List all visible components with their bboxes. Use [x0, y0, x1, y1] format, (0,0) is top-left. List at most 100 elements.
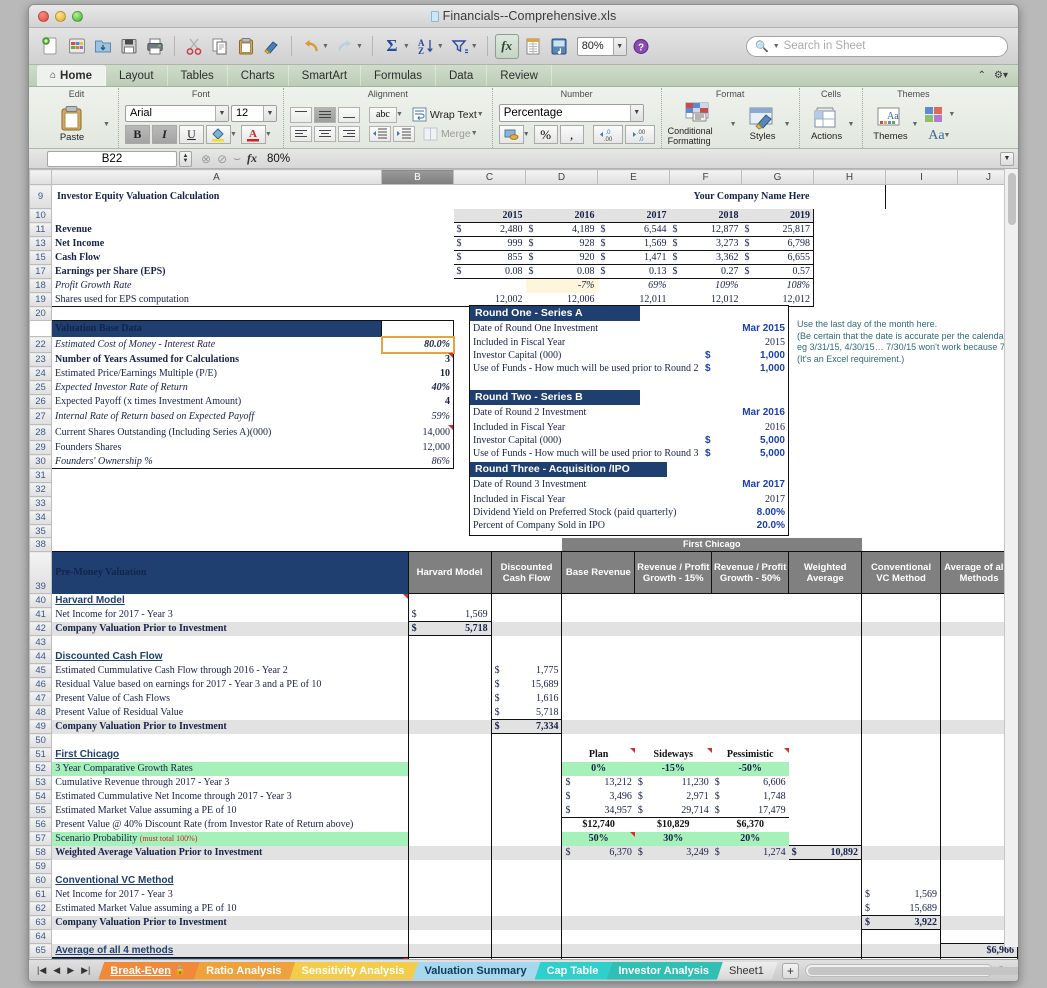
horizontal-scroll-thumb[interactable] — [808, 967, 1019, 975]
zoom-dropdown-icon[interactable]: ▼ — [613, 38, 626, 55]
save-icon[interactable] — [117, 34, 141, 59]
column-header-row[interactable]: A B C D E F G H I J — [30, 170, 1019, 185]
row-header-57[interactable]: 57 — [30, 832, 52, 846]
row-header-55[interactable]: 55 — [30, 804, 52, 818]
align-top-button[interactable] — [290, 107, 312, 123]
row-header-19[interactable]: 19 — [30, 293, 52, 307]
row-header-61[interactable]: 61 — [30, 888, 52, 902]
row-header-62[interactable]: 62 — [30, 902, 52, 916]
tab-smartart[interactable]: SmartArt — [289, 65, 361, 86]
vertical-scrollbar[interactable] — [1004, 169, 1018, 947]
tab-home[interactable]: ⌂ Home — [37, 65, 106, 86]
merge-dropdown-icon[interactable]: ▼ — [471, 130, 478, 137]
open-template-icon[interactable] — [65, 34, 89, 59]
format-painter-icon[interactable] — [260, 34, 284, 59]
italic-button[interactable]: I — [152, 125, 177, 144]
actions-button[interactable]: Actions — [806, 106, 848, 142]
copy-icon[interactable] — [208, 34, 232, 59]
row-header-33[interactable]: 33 — [30, 497, 52, 511]
formula-builder-icon[interactable]: fx — [495, 34, 519, 59]
font-name-input[interactable]: Arial ▼ — [125, 105, 229, 122]
align-bottom-button[interactable] — [338, 107, 360, 123]
column-header-a[interactable]: A — [52, 170, 382, 185]
font-name-dropdown-icon[interactable]: ▼ — [215, 106, 228, 121]
merge-button[interactable]: Merge ▼ — [423, 127, 480, 141]
row-header-39[interactable]: 39 — [30, 552, 52, 594]
align-left-button[interactable] — [290, 126, 312, 142]
filter-dropdown-icon[interactable]: ▼ — [471, 43, 478, 50]
undo-dropdown-icon[interactable]: ▼ — [322, 43, 329, 50]
row-header-50[interactable]: 50 — [30, 734, 52, 748]
new-document-icon[interactable] — [39, 34, 63, 59]
paste-dropdown-icon[interactable]: ▼ — [103, 121, 110, 128]
horizontal-scrollbar[interactable] — [805, 964, 993, 977]
cut-icon[interactable] — [182, 34, 206, 59]
row-header-58[interactable]: 58 — [30, 846, 52, 860]
themes-button[interactable]: Aa Themes — [869, 106, 911, 142]
tab-review[interactable]: Review — [487, 65, 552, 86]
sheet-tab-valuation-summary[interactable]: Valuation Summary — [412, 962, 540, 980]
underline-button[interactable]: U — [179, 125, 204, 144]
sheet-tab-sheet1[interactable]: Sheet1 — [717, 962, 778, 980]
theme-colors-button[interactable]: ▼ — [923, 105, 957, 125]
column-header-f[interactable]: F — [670, 170, 742, 185]
orientation-button[interactable]: abc — [369, 107, 397, 123]
tab-charts[interactable]: Charts — [228, 65, 289, 86]
decrease-indent-button[interactable] — [369, 126, 391, 142]
row-header-49[interactable]: 49 — [30, 720, 52, 734]
zoom-button[interactable] — [72, 11, 83, 22]
row-header-53[interactable]: 53 — [30, 776, 52, 790]
row-header-18[interactable]: 18 — [30, 279, 52, 293]
column-header-e[interactable]: E — [598, 170, 670, 185]
row-header-23[interactable]: 23 — [30, 353, 52, 367]
increase-indent-button[interactable] — [393, 126, 415, 142]
row-header-64[interactable]: 64 — [30, 930, 52, 944]
theme-fonts-dropdown-icon[interactable]: ▼ — [944, 132, 951, 139]
row-header-38b[interactable]: 38 — [30, 538, 52, 552]
row-header-46[interactable]: 46 — [30, 678, 52, 692]
formula-bar-expand-icon[interactable]: ▼ — [1000, 152, 1014, 166]
fill-color-dropdown-icon[interactable]: ▼ — [230, 131, 237, 138]
redo-dropdown-icon[interactable]: ▼ — [356, 43, 363, 50]
add-sheet-button[interactable]: + — [782, 963, 799, 979]
search-input[interactable]: 🔍 ▼ Search in Sheet — [746, 36, 1008, 57]
formula-bar-value[interactable]: 80% — [267, 153, 290, 165]
sheet-tab-investor-analysis[interactable]: Investor Analysis — [606, 962, 723, 980]
row-header-43[interactable]: 43 — [30, 636, 52, 650]
close-button[interactable] — [38, 11, 49, 22]
last-sheet-icon[interactable]: ▶| — [81, 965, 90, 976]
fill-color-button[interactable] — [206, 125, 231, 144]
tab-formulas[interactable]: Formulas — [361, 65, 436, 86]
next-sheet-icon[interactable]: ▶ — [67, 965, 74, 976]
cancel-formula-icon[interactable]: ⊗ — [201, 152, 211, 166]
sheet-tab-break-even[interactable]: Break-Even 🔒 — [98, 962, 200, 980]
accept-formula-icon[interactable]: ⊘ — [217, 152, 227, 166]
row-header-15[interactable]: 15 — [30, 251, 52, 265]
select-all-corner[interactable] — [30, 170, 52, 185]
row-header-24[interactable]: 24 — [30, 367, 52, 381]
font-size-dropdown-icon[interactable]: ▼ — [263, 106, 276, 121]
column-header-h[interactable]: H — [814, 170, 886, 185]
percent-format-button[interactable]: % — [534, 125, 558, 144]
conditional-formatting-dropdown-icon[interactable]: ▼ — [730, 121, 737, 128]
styles-button[interactable]: Styles — [742, 106, 784, 142]
autosum-dropdown-icon[interactable]: ▼ — [403, 43, 410, 50]
number-format-dropdown-icon[interactable]: ▼ — [630, 105, 643, 121]
media-browser-icon[interactable] — [547, 34, 571, 59]
row-header-25[interactable]: 25 — [30, 381, 52, 395]
row-header-30[interactable]: 30 — [30, 455, 52, 469]
row-header-42[interactable]: 42 — [30, 622, 52, 636]
tab-tables[interactable]: Tables — [168, 65, 228, 86]
row-header-54[interactable]: 54 — [30, 790, 52, 804]
insert-function-icon[interactable]: fx — [247, 151, 257, 166]
sheet-tab-cap-table[interactable]: Cap Table — [535, 962, 613, 980]
styles-dropdown-icon[interactable]: ▼ — [784, 121, 791, 128]
align-right-button[interactable] — [338, 126, 360, 142]
row-header-52[interactable]: 52 — [30, 762, 52, 776]
row-header-26[interactable]: 26 — [30, 395, 52, 409]
collapse-ribbon-icon[interactable]: ⌃ — [978, 70, 986, 81]
decrease-decimal-button[interactable]: .0.00 — [593, 125, 623, 144]
name-box[interactable]: B22 — [47, 151, 177, 167]
prev-sheet-icon[interactable]: ◀ — [53, 965, 60, 976]
sort-dropdown-icon[interactable]: ▼ — [437, 43, 444, 50]
